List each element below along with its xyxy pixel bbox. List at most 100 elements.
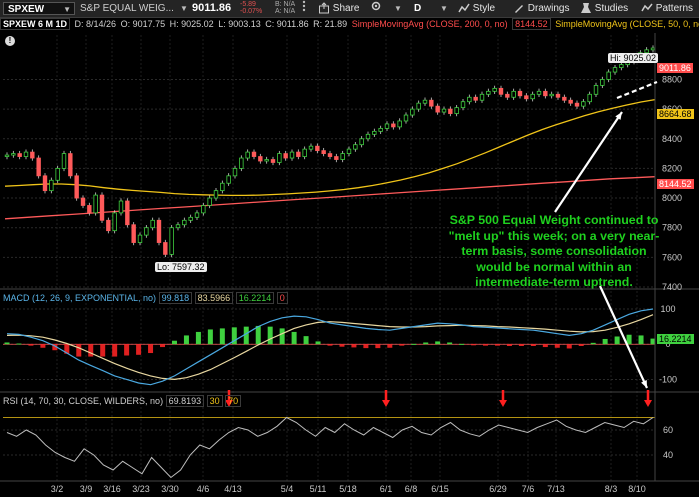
candle-body xyxy=(346,148,352,154)
last-price-tag: 9011.86 xyxy=(657,63,693,73)
candle-body xyxy=(194,212,200,218)
candle-body xyxy=(118,200,124,214)
x-tick-label: 3/23 xyxy=(132,484,150,494)
candle-body xyxy=(365,133,371,140)
x-tick-label: 5/18 xyxy=(339,484,357,494)
candle-body xyxy=(340,153,345,160)
candle-body xyxy=(245,151,250,159)
macd-histogram-bar xyxy=(291,331,297,345)
macd-histogram-bar xyxy=(16,343,22,345)
candle-body xyxy=(232,168,238,177)
macd-histogram-bar xyxy=(112,344,118,357)
price-tick-label: 7800 xyxy=(662,223,682,233)
price-tick-label: 7400 xyxy=(662,282,682,292)
macd-histogram-bar xyxy=(4,342,10,345)
candle-body xyxy=(562,96,567,101)
candle-body xyxy=(422,99,428,104)
candle-body xyxy=(163,242,168,255)
macd-histogram-bar xyxy=(518,344,524,346)
candle-body xyxy=(207,197,212,206)
candle-body xyxy=(201,205,206,214)
candle-body xyxy=(112,212,117,232)
candle-body xyxy=(410,108,415,116)
sma50-tag: 8664.68 xyxy=(657,109,694,119)
macd-histogram-bar xyxy=(590,342,596,345)
candle-body xyxy=(479,93,485,101)
candle-body xyxy=(220,182,225,192)
candle-body xyxy=(416,102,421,110)
candle-body xyxy=(125,200,130,226)
macd-histogram-bar xyxy=(28,344,34,346)
sma50-line xyxy=(4,98,656,197)
candle-body xyxy=(650,47,656,51)
candle-body xyxy=(80,197,86,206)
candle-body xyxy=(308,145,314,150)
price-tick-label: 8200 xyxy=(662,163,682,173)
macd-histogram-bar xyxy=(76,344,82,357)
candle-body xyxy=(36,157,41,177)
x-tick-label: 6/8 xyxy=(405,484,418,494)
rsi-plot xyxy=(3,416,655,479)
candle-body xyxy=(49,179,54,192)
macd-tick-label: 100 xyxy=(660,304,675,314)
candle-body xyxy=(391,123,396,128)
candle-body xyxy=(283,153,288,159)
macd-histogram-bar xyxy=(100,344,106,357)
macd-histogram-bar xyxy=(387,344,393,348)
macd-histogram-bar xyxy=(148,344,154,354)
macd-zero: 0 xyxy=(276,292,288,304)
candle-body xyxy=(131,224,136,243)
x-tick-label: 8/3 xyxy=(605,484,618,494)
candle-body xyxy=(4,154,10,157)
macd-histogram-bar xyxy=(195,331,201,345)
candle-body xyxy=(568,99,573,104)
candle-body xyxy=(315,145,320,152)
macd-histogram-bar xyxy=(375,344,381,349)
macd-histogram-bar xyxy=(40,344,46,348)
x-tick-label: 3/2 xyxy=(51,484,64,494)
candle-body xyxy=(93,194,98,214)
x-tick-label: 7/13 xyxy=(547,484,565,494)
macd-histogram-bar xyxy=(315,341,321,345)
candle-body xyxy=(213,190,219,199)
macd-histogram-bar xyxy=(88,344,94,357)
candle-body xyxy=(372,130,377,135)
candle-body xyxy=(600,79,605,86)
macd-histogram-bar xyxy=(566,344,572,349)
candle-body xyxy=(473,96,478,101)
rsi-os: 70 xyxy=(225,395,242,407)
candle-body xyxy=(11,153,16,156)
macd-label[interactable]: MACD (12, 26, 9, EXPONENTIAL, no) xyxy=(3,293,156,303)
candle-body xyxy=(530,93,535,100)
macd-histogram-bar xyxy=(363,344,369,349)
macd-histogram-bar xyxy=(303,336,309,345)
macd-histogram-bar xyxy=(423,342,429,345)
price-tick-label: 8400 xyxy=(662,134,682,144)
candle-body xyxy=(353,144,358,150)
candle-body xyxy=(226,175,231,184)
lo-label: Lo: 7597.32 xyxy=(155,262,207,272)
rsi-label[interactable]: RSI (14, 70, 30, CLOSE, WILDERS, no) xyxy=(3,396,163,406)
candle-body xyxy=(403,114,409,122)
candle-body xyxy=(359,138,364,146)
sma200-tag: 8144.52 xyxy=(657,179,694,189)
candle-body xyxy=(448,108,453,114)
price-tick-label: 8800 xyxy=(662,74,682,84)
macd-histogram-bar xyxy=(542,344,548,348)
candle-body xyxy=(486,90,491,95)
red-arrow-head xyxy=(382,400,390,407)
candle-body xyxy=(397,120,402,128)
x-tick-label: 3/30 xyxy=(161,484,179,494)
macd-tag: 16.2214 xyxy=(657,334,694,344)
candle-body xyxy=(536,90,542,95)
annotation-arrow-shaft xyxy=(554,111,623,213)
macd-histogram-bar xyxy=(483,344,489,346)
candle-body xyxy=(549,93,554,97)
candle-body xyxy=(169,227,174,255)
candle-body xyxy=(277,153,282,163)
macd-histogram-bar xyxy=(435,341,441,345)
x-tick-label: 5/4 xyxy=(281,484,294,494)
candle-body xyxy=(74,175,79,199)
candle-body xyxy=(137,234,143,243)
candle-body xyxy=(498,87,504,95)
